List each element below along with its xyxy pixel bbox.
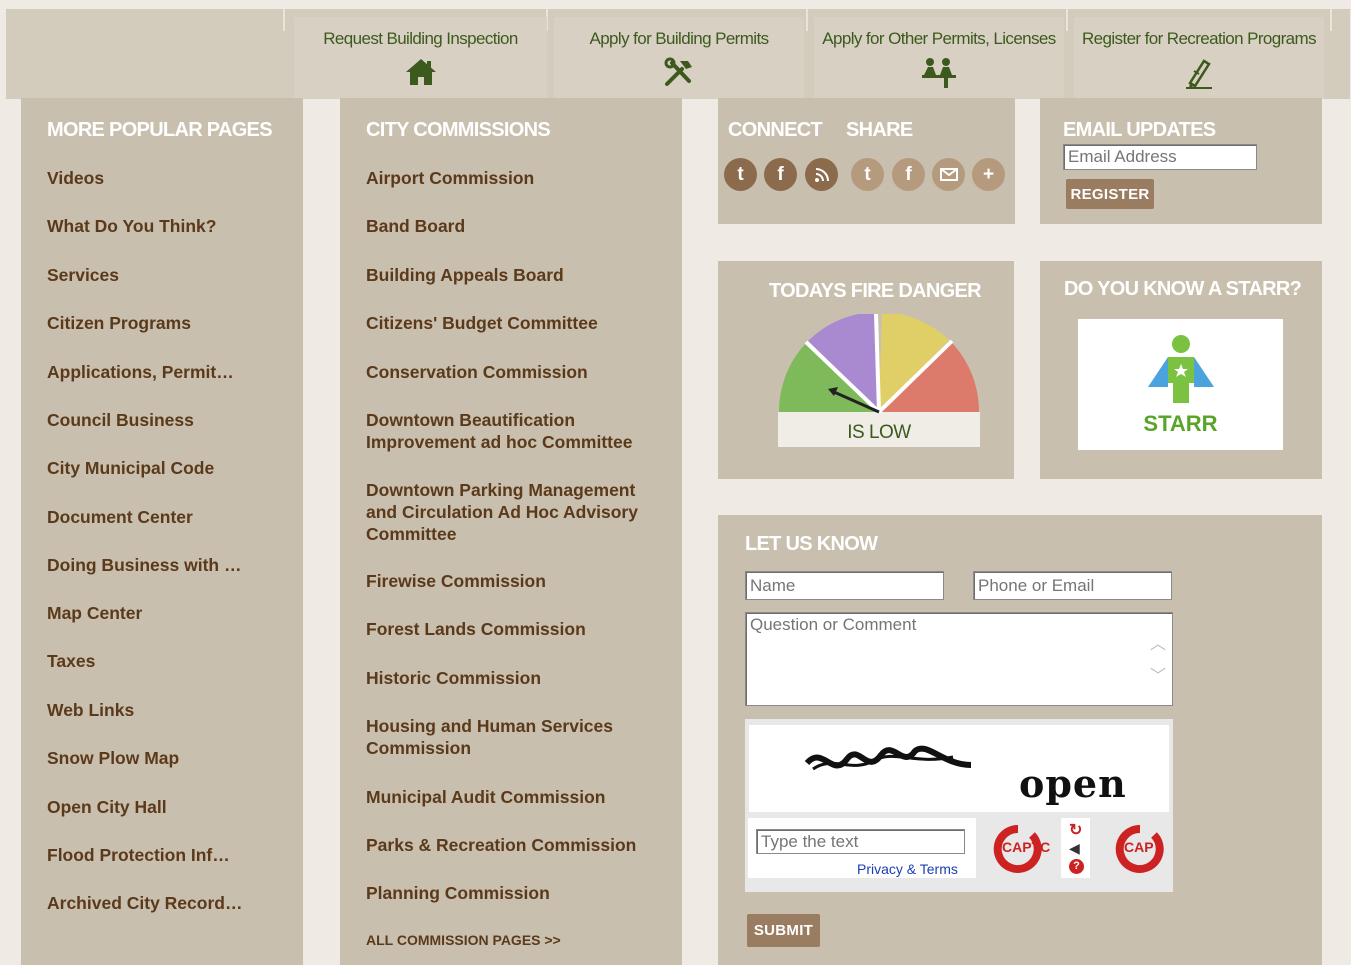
recaptcha-logo: CAPTC — [988, 821, 1058, 875]
contact-field[interactable] — [973, 571, 1172, 600]
captcha-image: open — [749, 725, 1169, 812]
quick-link-label: Request Building Inspection — [323, 29, 518, 48]
commission-link[interactable]: Housing and Human Services Commission — [366, 715, 646, 759]
divider — [1330, 9, 1332, 31]
popular-link[interactable]: Services — [47, 264, 119, 286]
popular-link[interactable]: Doing Business with … — [47, 554, 241, 576]
audio-icon[interactable]: ◀ — [1069, 840, 1080, 857]
name-field[interactable] — [745, 571, 944, 600]
popular-link[interactable]: Videos — [47, 167, 104, 189]
captcha-widget: open Privacy & Terms CAPTC ↻ ◀ ? CAP — [745, 719, 1173, 892]
popular-link[interactable]: Web Links — [47, 699, 134, 721]
popular-link[interactable]: Archived City Record… — [47, 892, 242, 914]
commission-link[interactable]: Planning Commission — [366, 882, 550, 904]
commission-link[interactable]: Downtown Parking Management and Circulat… — [366, 479, 666, 545]
comment-field[interactable] — [745, 612, 1173, 706]
twitter-icon[interactable]: t — [724, 158, 757, 191]
popular-link[interactable]: City Municipal Code — [47, 457, 214, 479]
quick-link-label: Apply for Building Permits — [589, 29, 769, 48]
chevron-down-icon[interactable]: ﹀ — [1150, 662, 1166, 686]
commission-link[interactable]: Firewise Commission — [366, 570, 546, 592]
commission-link[interactable]: Conservation Commission — [366, 361, 588, 383]
help-icon[interactable]: ? — [1069, 859, 1084, 874]
popular-link[interactable]: Flood Protection Inf… — [47, 844, 230, 866]
popular-link[interactable]: Snow Plow Map — [47, 747, 179, 769]
quick-link-label: Register for Recreation Programs — [1081, 29, 1317, 48]
popular-link[interactable]: Open City Hall — [47, 796, 167, 818]
rss-icon[interactable] — [805, 158, 838, 191]
email-icon[interactable] — [932, 158, 965, 191]
starr-heading: DO YOU KNOW A STARR? — [1064, 278, 1302, 300]
quick-link-label: Apply for Other Permits, Licenses — [822, 29, 1056, 48]
quick-link-recreation[interactable]: Register for Recreation Programs — [1074, 17, 1324, 99]
fire-danger-heading: TODAYS FIRE DANGER — [769, 280, 982, 302]
privacy-terms-link[interactable]: Privacy & Terms — [857, 861, 958, 877]
register-button[interactable]: REGISTER — [1066, 179, 1154, 209]
captcha-controls: ↻ ◀ ? — [1061, 818, 1090, 878]
quick-link-building-permits[interactable]: Apply for Building Permits — [554, 17, 804, 99]
popular-pages-heading: MORE POPULAR PAGES — [47, 119, 273, 141]
commission-link[interactable]: Airport Commission — [366, 167, 534, 189]
captcha-input[interactable] — [756, 829, 965, 854]
people-icon — [920, 57, 958, 94]
commission-link[interactable]: Parks & Recreation Commission — [366, 834, 636, 856]
reload-icon[interactable]: ↻ — [1069, 820, 1082, 840]
quick-link-building-inspection[interactable]: Request Building Inspection — [294, 17, 547, 99]
starr-logo[interactable]: STARR — [1078, 319, 1283, 450]
popular-link[interactable]: What Do You Think? — [47, 215, 216, 237]
starr-figure-icon — [1148, 335, 1214, 403]
pencil-icon — [1182, 57, 1216, 94]
house-icon — [404, 57, 438, 92]
share-heading: SHARE — [846, 119, 913, 141]
facebook-icon[interactable]: f — [764, 158, 797, 191]
email-field[interactable] — [1063, 144, 1257, 170]
facebook-icon[interactable]: f — [892, 158, 925, 191]
commission-link[interactable]: Downtown Beautification Improvement ad h… — [366, 409, 666, 453]
popular-link[interactable]: Map Center — [47, 602, 142, 624]
commission-link[interactable]: Historic Commission — [366, 667, 541, 689]
commission-link[interactable]: Building Appeals Board — [366, 264, 564, 286]
svg-text:CAP: CAP — [1124, 839, 1154, 855]
commission-link[interactable]: Municipal Audit Commission — [366, 786, 606, 808]
email-updates-heading: EMAIL UPDATES — [1063, 119, 1216, 141]
popular-link[interactable]: Citizen Programs — [47, 312, 191, 334]
plus-icon[interactable]: + — [972, 158, 1005, 191]
divider — [806, 9, 808, 31]
commissions-heading: CITY COMMISSIONS — [366, 119, 551, 141]
fire-danger-status: IS LOW — [847, 422, 911, 443]
starr-logo-text: STARR — [1143, 411, 1218, 436]
divider — [283, 9, 285, 31]
captcha-distorted-word — [804, 745, 972, 771]
recaptcha-logo: CAP — [1110, 821, 1170, 875]
popular-link[interactable]: Taxes — [47, 650, 95, 672]
all-commissions-link[interactable]: ALL COMMISSION PAGES >> — [366, 932, 561, 948]
popular-link[interactable]: Document Center — [47, 506, 193, 528]
commission-link[interactable]: Band Board — [366, 215, 465, 237]
chevron-up-icon[interactable]: ︿ — [1150, 630, 1166, 654]
svg-text:CAPTC: CAPTC — [1002, 839, 1050, 855]
tools-icon — [662, 57, 696, 92]
captcha-word: open — [1019, 761, 1127, 806]
popular-link[interactable]: Applications, Permit… — [47, 361, 234, 383]
submit-button[interactable]: SUBMIT — [747, 914, 820, 947]
divider — [1066, 9, 1068, 31]
let-us-know-heading: LET US KNOW — [745, 533, 878, 555]
quick-link-other-permits[interactable]: Apply for Other Permits, Licenses — [814, 17, 1064, 99]
commission-link[interactable]: Citizens' Budget Committee — [366, 312, 598, 334]
commission-link[interactable]: Forest Lands Commission — [366, 618, 586, 640]
twitter-icon[interactable]: t — [851, 158, 884, 191]
connect-heading: CONNECT — [728, 119, 823, 141]
popular-link[interactable]: Council Business — [47, 409, 194, 431]
